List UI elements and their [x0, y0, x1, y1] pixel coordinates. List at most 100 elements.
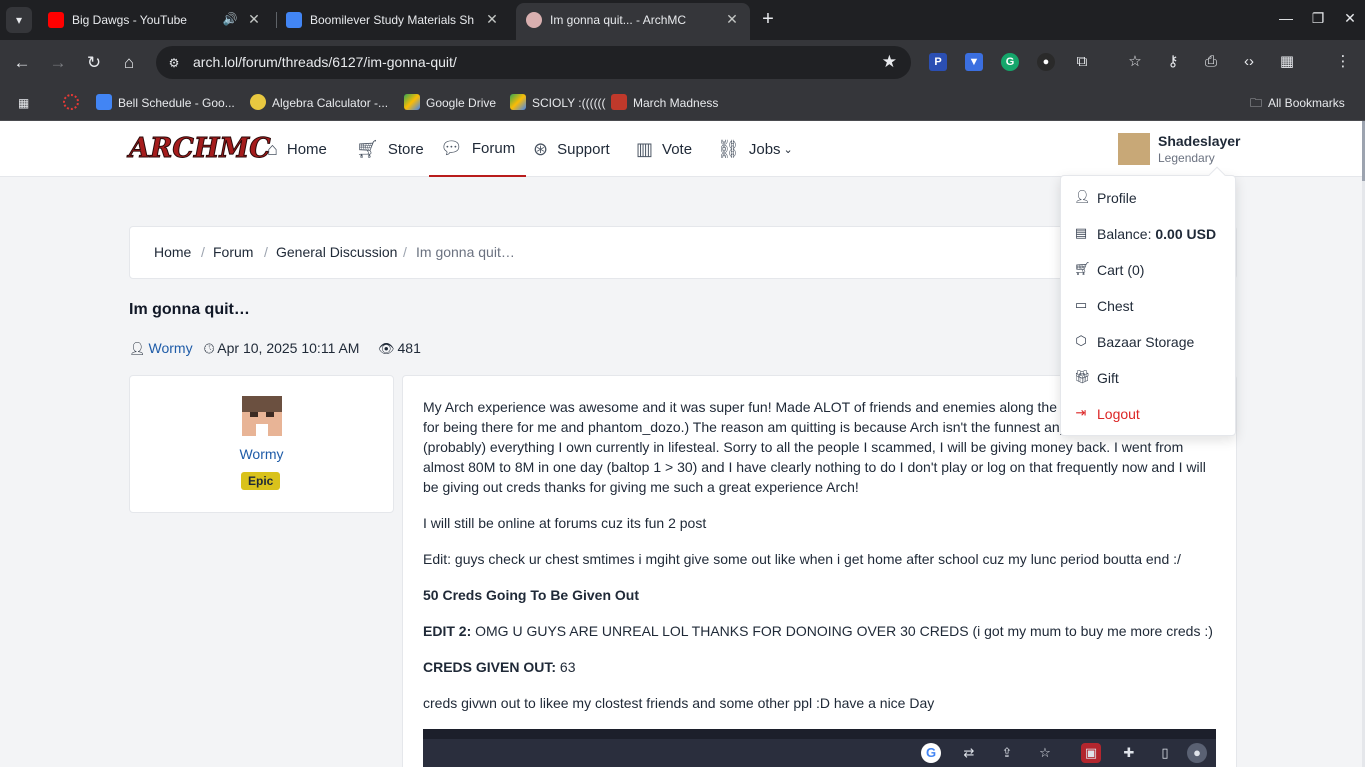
password-key-icon[interactable]: ⚷ — [1163, 52, 1183, 72]
archive-icon: ▭ — [1074, 297, 1088, 312]
new-tab-button[interactable]: + — [758, 9, 778, 30]
qr-code-icon[interactable]: ▦ — [1277, 52, 1297, 72]
link-icon: ⛓︎ — [717, 138, 740, 159]
speaker-icon[interactable]: 🔊 — [222, 11, 238, 27]
menu-item-cart[interactable]: 🛒︎ Cart (0) — [1061, 252, 1235, 288]
nav-support[interactable]: ⊛ Support — [533, 121, 610, 177]
menu-item-profile[interactable]: 👤︎ Profile — [1061, 180, 1235, 216]
gift-icon: 🎁︎ — [1074, 369, 1091, 384]
bookmark-march-madness[interactable]: March Madness — [611, 93, 718, 113]
window-close-icon[interactable]: ✕ — [1340, 8, 1360, 28]
author-card: Wormy Epic — [129, 375, 394, 513]
user-avatar[interactable] — [1118, 133, 1150, 165]
nav-store[interactable]: 🛒︎ Store — [356, 121, 424, 177]
home-icon[interactable]: ⌂ — [118, 52, 140, 74]
bookmark-google-drive[interactable]: Google Drive — [404, 93, 496, 113]
box-icon: ⬡ — [1075, 333, 1087, 348]
print-icon[interactable]: ⎙ — [1201, 52, 1221, 72]
url-text[interactable]: arch.lol/forum/threads/6127/im-gonna-qui… — [193, 54, 457, 70]
nav-label: Home — [286, 140, 327, 158]
user-icon: 👤︎ — [1074, 189, 1091, 204]
minimize-icon[interactable]: — — [1276, 8, 1296, 28]
forward-icon[interactable]: → — [47, 52, 69, 74]
post-embedded-image[interactable]: G ⇄ ⇪ ☆ ▣ ✚ ▯ ● — [423, 729, 1216, 767]
maximize-icon[interactable]: ❐ — [1308, 8, 1328, 28]
folder-icon: 🗀 — [1250, 96, 1263, 110]
post-text-line: be giving out creds thanks for giving me… — [423, 479, 859, 495]
breadcrumb-general-discussion[interactable]: General Discussion — [276, 244, 397, 260]
bold-label: EDIT 2: — [423, 623, 472, 639]
balance-value: 0.00 USD — [1155, 226, 1217, 242]
nav-forum[interactable]: 💬︎ Forum — [429, 121, 527, 177]
nav-vote[interactable]: ▥ Vote — [636, 121, 692, 177]
thread-author-link[interactable]: Wormy — [149, 340, 193, 356]
tab-close-icon[interactable]: ✕ — [484, 11, 500, 27]
user-icon: 👤︎ — [129, 341, 146, 356]
reading-list-icon[interactable]: ☆ — [1125, 52, 1145, 72]
address-bar[interactable]: ⚙ arch.lol/forum/threads/6127/im-gonna-q… — [156, 46, 911, 79]
extensions-puzzle-icon[interactable]: ⧉ — [1072, 52, 1092, 72]
menu-kebab-icon[interactable]: ⋮ — [1333, 52, 1353, 72]
post-paragraph: I will still be online at forums cuz its… — [423, 515, 707, 531]
tab-archmc[interactable]: Im gonna quit... - ArchMC ✕ — [516, 3, 750, 40]
reload-icon[interactable]: ↻ — [83, 52, 105, 74]
tab-search-button[interactable]: ▾ — [6, 7, 32, 33]
chevron-down-icon: ⌄ — [783, 143, 793, 156]
cart-icon: 🛒︎ — [356, 138, 379, 159]
bookmarks-bar: ▦ Bell Schedule - Goo... Algebra Calcula… — [0, 85, 1365, 121]
back-icon[interactable]: ← — [11, 52, 33, 74]
apps-grid-icon[interactable]: ▦ — [18, 93, 29, 113]
breadcrumb-forum[interactable]: Forum — [213, 244, 253, 260]
bookmark-bell-schedule[interactable]: Bell Schedule - Goo... — [96, 93, 235, 113]
bookmark-label: Algebra Calculator -... — [272, 96, 389, 110]
extension-icon[interactable]: ● — [1037, 53, 1055, 71]
google-drive-icon — [510, 94, 526, 110]
circle-icon — [63, 94, 79, 110]
lifebuoy-icon: ⊛ — [533, 138, 549, 159]
thread-views-count: 481 — [397, 340, 421, 356]
avatar-eye — [266, 412, 274, 417]
menu-item-label: Chest — [1097, 298, 1134, 314]
thread-title: Im gonna quit… — [129, 301, 250, 318]
menu-item-chest[interactable]: ▭ Chest — [1061, 288, 1235, 324]
site-info-icon[interactable]: ⚙ — [164, 53, 184, 73]
extension-icon[interactable]: ▼ — [965, 53, 983, 71]
breadcrumb-home[interactable]: Home — [154, 244, 191, 260]
user-name[interactable]: Shadeslayer — [1158, 133, 1241, 149]
thread-author[interactable]: 👤︎ Wormy — [129, 340, 193, 357]
tab-close-icon[interactable]: ✕ — [724, 11, 740, 27]
author-name[interactable]: Wormy — [130, 446, 393, 462]
bookmark-label: Google Drive — [426, 96, 497, 110]
thread-date: 🕓︎ Apr 10, 2025 10:11 AM — [204, 340, 359, 357]
menu-item-label: Gift — [1097, 370, 1119, 386]
nav-label: Forum — [471, 139, 516, 157]
menu-item-bazaar-storage[interactable]: ⬡ Bazaar Storage — [1061, 324, 1235, 360]
menu-item-gift[interactable]: 🎁︎ Gift — [1061, 360, 1235, 396]
all-bookmarks-label: All Bookmarks — [1268, 96, 1345, 110]
archmc-logo[interactable]: ARCHMC — [129, 133, 272, 165]
menu-item-balance[interactable]: ▤ Balance: 0.00 USD — [1061, 216, 1235, 252]
browser-toolbar: ← → ↻ ⌂ ⚙ arch.lol/forum/threads/6127/im… — [0, 40, 1365, 85]
tab-youtube[interactable]: Big Dawgs - YouTube 🔊 ✕ — [38, 0, 278, 40]
tab-close-icon[interactable]: ✕ — [246, 11, 262, 27]
bookmark-red-circle[interactable] — [63, 93, 85, 113]
menu-item-logout[interactable]: ⇥ Logout — [1061, 396, 1235, 432]
google-docs-icon — [96, 94, 112, 110]
sidebar-icon: ▯ — [1161, 745, 1169, 760]
rank-badge: Epic — [241, 472, 281, 490]
nav-home[interactable]: ⌂ Home — [267, 121, 327, 177]
thread-date-text: Apr 10, 2025 10:11 AM — [217, 340, 360, 356]
author-avatar[interactable] — [242, 396, 282, 436]
browser-tab-strip: ▾ Big Dawgs - YouTube 🔊 ✕ Boomilever Stu… — [0, 0, 1365, 40]
extension-icon: ▣ — [1081, 743, 1101, 763]
tab-boomilever[interactable]: Boomilever Study Materials Sh ✕ — [276, 0, 514, 40]
grammarly-icon[interactable]: G — [1001, 53, 1019, 71]
bookmark-scioly[interactable]: SCIOLY :(((((( — [510, 93, 606, 113]
bookmark-star-icon[interactable]: ★ — [882, 52, 897, 72]
nav-jobs[interactable]: ⛓︎ Jobs ⌄ — [717, 121, 793, 177]
cart-icon: 🛒︎ — [1074, 261, 1091, 276]
devtools-code-icon[interactable]: ‹› — [1239, 52, 1259, 72]
paypal-extension-icon[interactable]: P — [929, 53, 947, 71]
all-bookmarks-folder[interactable]: 🗀 All Bookmarks — [1250, 93, 1345, 113]
bookmark-algebra-calculator[interactable]: Algebra Calculator -... — [250, 93, 388, 113]
